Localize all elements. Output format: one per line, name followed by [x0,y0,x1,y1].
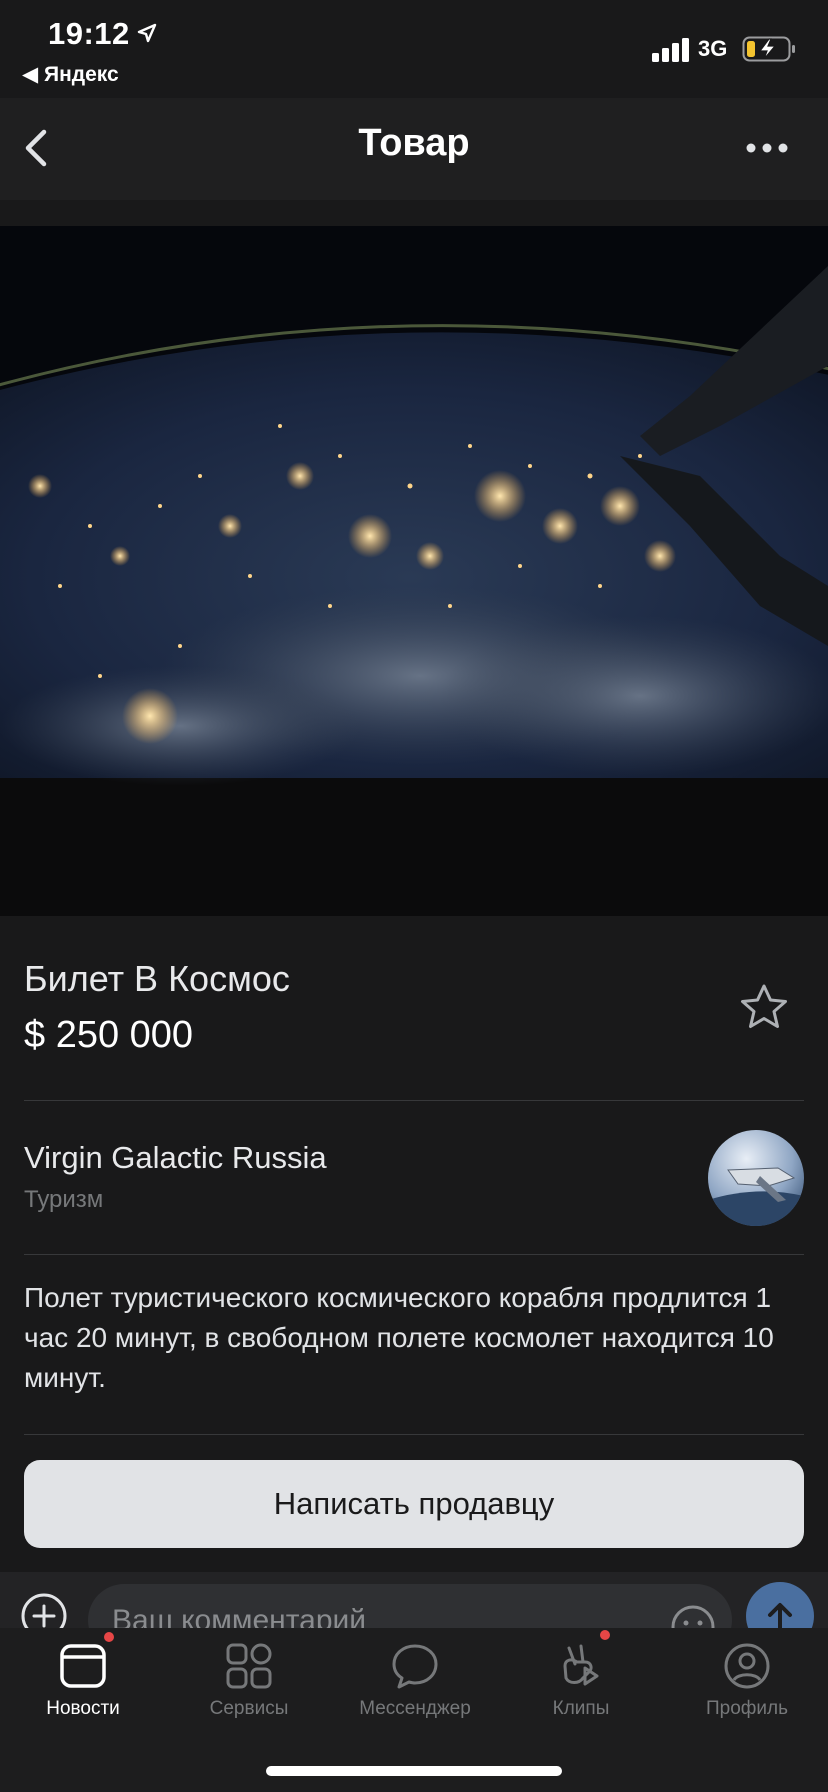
product-title: Билет В Космос [24,958,290,999]
tab-label: Мессенджер [359,1698,471,1719]
tab-label: Сервисы [209,1698,289,1719]
tab-news[interactable]: Новости [0,1628,166,1740]
divider [24,1434,804,1435]
divider [24,1100,804,1101]
location-arrow-icon [137,23,157,43]
messenger-icon [392,1644,438,1689]
tab-label: Новости [46,1698,120,1719]
services-icon [226,1643,272,1689]
page-title: Товар [358,122,470,164]
home-indicator[interactable] [266,1766,562,1776]
tab-services[interactable]: Сервисы [166,1628,332,1740]
clips-icon [563,1644,599,1686]
signal-icon [652,38,689,62]
back-to-app-link[interactable]: ◀ Яндекс [22,62,119,87]
seller-name[interactable]: Virgin Galactic Russia [24,1140,327,1176]
notification-badge [600,1630,610,1640]
comment-bar: Ваш комментарий [0,1572,828,1632]
add-attachment-icon[interactable] [20,1592,68,1632]
send-arrow-icon [768,1603,792,1630]
comment-input[interactable]: Ваш комментарий [88,1584,732,1632]
seller-avatar[interactable] [708,1130,804,1226]
star-favorite-icon[interactable] [738,982,790,1034]
product-price: $ 250 000 [24,1014,194,1056]
status-time: 19:12 [48,16,130,51]
tab-label: Профиль [705,1698,789,1719]
product-photo[interactable] [0,226,828,916]
write-seller-button[interactable]: Написать продавцу [24,1460,804,1548]
tab-label: Клипы [552,1698,610,1719]
more-options-icon[interactable] [742,128,792,168]
news-icon [60,1644,106,1688]
tab-messenger[interactable]: Мессенджер [332,1628,498,1740]
profile-icon [724,1643,770,1689]
network-type: 3G [698,36,728,61]
notification-badge [104,1632,114,1642]
tab-clips[interactable]: Клипы [498,1628,664,1740]
send-button[interactable] [746,1582,814,1632]
divider [24,1254,804,1255]
battery-charging-icon [742,36,795,62]
tab-profile[interactable]: Профиль [664,1628,828,1740]
product-description: Полет туристического космического корабл… [24,1282,774,1393]
seller-category: Туризм [24,1186,104,1213]
